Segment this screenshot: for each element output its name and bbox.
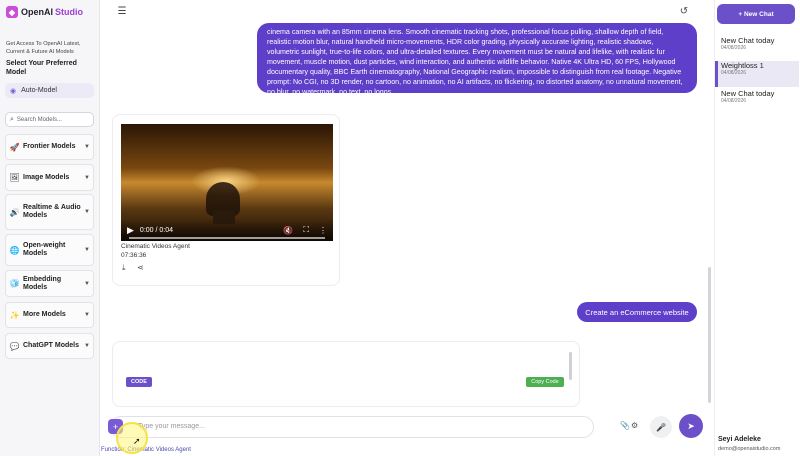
image-icon: 🖼: [9, 173, 20, 182]
cursor-highlight: [116, 422, 148, 454]
globe-icon: 🌐: [9, 245, 20, 255]
model-search-placeholder: Search Models...: [16, 116, 62, 123]
cube-icon: 🧊: [9, 279, 20, 288]
share-icon[interactable]: ⋖: [137, 263, 144, 272]
code-badge: CODE: [126, 377, 152, 387]
send-icon: ➤: [687, 420, 695, 431]
video-time: 0:00 / 0:04: [139, 226, 174, 234]
chat-scrollbar[interactable]: [708, 267, 711, 403]
promo-text: Get Access To OpenAI Latest, Current & F…: [6, 41, 81, 55]
category-realtime-audio-models[interactable]: 🔊 Realtime & Audio Models ▼: [5, 194, 94, 230]
category-label: Image Models: [23, 173, 70, 181]
gear-icon[interactable]: ⚙: [631, 421, 638, 430]
prompt-message-bubble: cinema camera with an 85mm cinema lens. …: [257, 23, 697, 93]
category-more-models[interactable]: ✨ More Models ▼: [5, 302, 94, 328]
chat-title: New Chat today: [721, 89, 775, 98]
speaker-icon: 🔊: [9, 207, 20, 217]
user-email: demo@openaistudio.com: [718, 446, 781, 452]
chevron-down-icon: ▼: [84, 209, 90, 215]
code-scrollbar[interactable]: [569, 352, 572, 380]
logo-icon: ◆: [6, 6, 18, 18]
category-frontier-models[interactable]: 🚀 Frontier Models ▼: [5, 134, 94, 160]
user-name: Seyi Adeleke: [718, 436, 761, 443]
history-icon[interactable]: ↺: [677, 5, 691, 19]
video-progress-bar[interactable]: [129, 237, 325, 239]
chat-history-item-active[interactable]: Weightloss 1 04/08/2026: [715, 61, 799, 87]
user-message-bubble: Create an eCommerce website: [577, 302, 697, 322]
new-chat-button[interactable]: + New Chat: [717, 4, 795, 24]
message-timestamp: 07:36:36: [121, 252, 147, 259]
menu-icon[interactable]: ☰: [115, 5, 129, 19]
category-label: More Models: [23, 311, 66, 318]
video-player[interactable]: ▶ 0:00 / 0:04 🔇 ⛶ ⋮: [121, 124, 333, 241]
chat-title: New Chat today: [721, 36, 775, 45]
category-image-models[interactable]: 🖼 Image Models ▼: [5, 164, 94, 191]
chat-history-item[interactable]: New Chat today 04/08/2026: [715, 36, 799, 62]
mouse-pointer-icon: ➚: [133, 436, 141, 446]
auto-model-option[interactable]: ◉ Auto-Model: [5, 83, 94, 98]
model-search[interactable]: ⌕ Search Models...: [5, 112, 94, 127]
play-icon[interactable]: ▶: [127, 225, 134, 236]
fullscreen-icon[interactable]: ⛶: [303, 225, 309, 235]
rocket-icon: 🚀: [9, 142, 20, 152]
chat-date: 04/08/2026: [721, 70, 747, 76]
chat-date: 04/08/2026: [721, 45, 747, 51]
category-label: Frontier Models: [23, 143, 76, 150]
paperclip-icon[interactable]: 📎: [620, 421, 630, 430]
search-icon: ⌕: [10, 115, 14, 123]
chevron-down-icon: ▼: [84, 144, 90, 150]
copy-code-button[interactable]: Copy Code: [526, 377, 564, 387]
download-icon[interactable]: ⤓: [122, 263, 126, 273]
code-message-card: CODE Copy Code: [112, 341, 580, 407]
chevron-down-icon: ▼: [84, 312, 90, 318]
function-label: Function: Cinematic Videos Agent: [101, 447, 191, 453]
category-label: Realtime & Audio Models: [23, 204, 81, 219]
chat-title: Weightloss 1: [721, 61, 764, 70]
video-controls: ▶ 0:00 / 0:04 🔇 ⛶ ⋮: [121, 219, 333, 241]
logo-accent-text: Studio: [55, 7, 84, 17]
auto-model-icon: ◉: [10, 87, 17, 95]
category-label: Open-weight Models: [23, 242, 66, 257]
app-logo[interactable]: ◆ OpenAI Studio: [6, 5, 83, 19]
model-select-heading: Select Your Preferred Model: [6, 60, 77, 76]
chat-date: 04/08/2026: [721, 98, 747, 104]
chevron-down-icon: ▼: [84, 174, 90, 181]
auto-model-label: Auto-Model: [21, 87, 57, 94]
chevron-down-icon: ▼: [84, 280, 90, 287]
sparkle-icon: ✨: [9, 310, 20, 320]
volume-icon[interactable]: 🔇: [283, 226, 293, 235]
category-open-weight-models[interactable]: 🌐 Open-weight Models ▼: [5, 234, 94, 266]
chat-icon: 💬: [9, 341, 20, 351]
more-options-icon[interactable]: ⋮: [319, 226, 327, 235]
chevron-down-icon: ▼: [84, 247, 90, 253]
category-label: Embedding Models: [23, 275, 62, 291]
chat-history-item[interactable]: New Chat today 04/08/2026: [715, 89, 799, 115]
send-button[interactable]: ➤: [679, 414, 703, 438]
chevron-down-icon: ▼: [84, 343, 90, 349]
category-chatgpt-models[interactable]: 💬 ChatGPT Models ▼: [5, 333, 94, 359]
logo-text: OpenAI: [21, 7, 54, 17]
microphone-icon: 🎤: [656, 422, 666, 432]
agent-name: Cinematic Videos Agent: [121, 243, 190, 250]
video-message-card: ▶ 0:00 / 0:04 🔇 ⛶ ⋮ Cinematic Videos Age…: [112, 114, 340, 286]
category-label: ChatGPT Models: [23, 342, 80, 349]
microphone-button[interactable]: 🎤: [650, 416, 672, 438]
category-embedding-models[interactable]: 🧊 Embedding Models ▼: [5, 270, 94, 297]
message-input[interactable]: [138, 420, 608, 433]
